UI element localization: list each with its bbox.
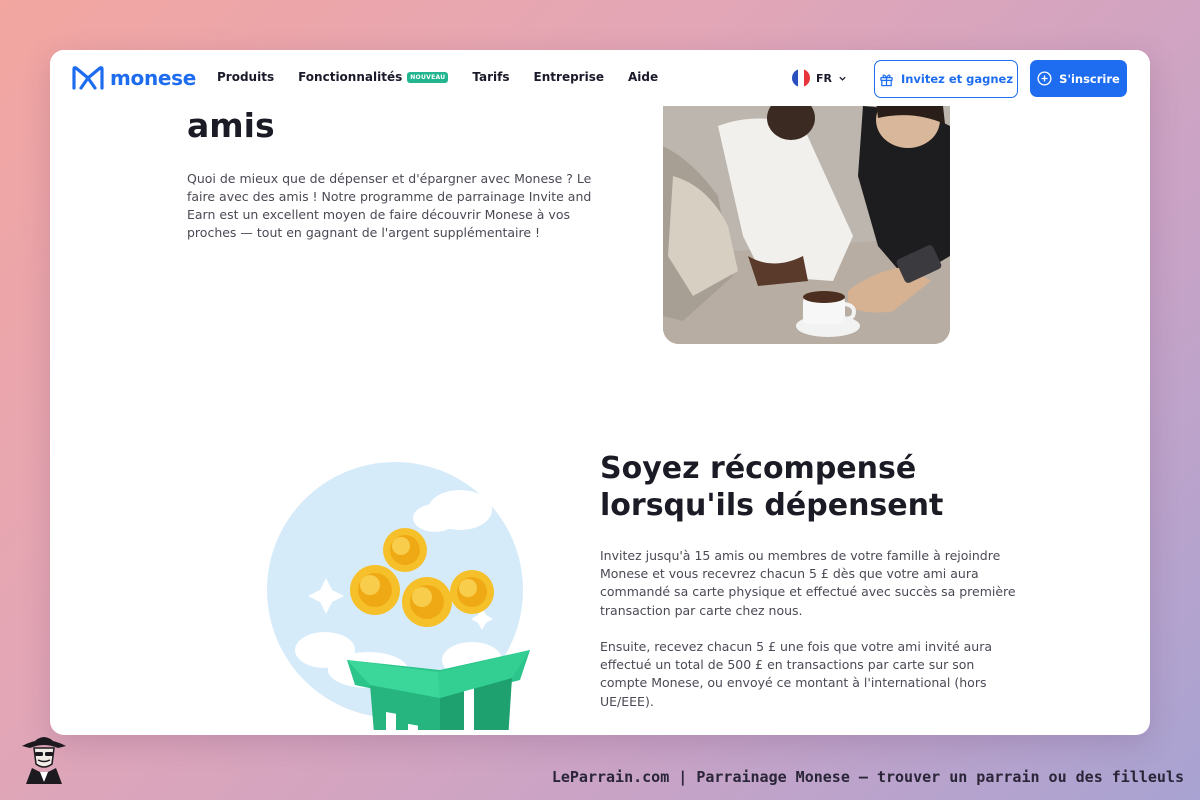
- new-badge: NOUVEAU: [407, 71, 449, 83]
- signup-button[interactable]: S'inscrire: [1030, 60, 1127, 97]
- leparrain-mascot-icon: [22, 737, 66, 784]
- heading-line-1: Soyez récompensé: [600, 451, 917, 486]
- language-code: FR: [816, 71, 832, 85]
- browser-window: monese Produits Fonctionnalités NOUVEAU …: [50, 50, 1150, 735]
- section-paragraph-reward-1: Invitez jusqu'à 15 amis ou membres de vo…: [600, 548, 1016, 618]
- nav-item-label: Tarifs: [472, 70, 510, 84]
- signup-button-label: S'inscrire: [1059, 71, 1120, 86]
- nav-item-label: Aide: [627, 70, 659, 84]
- chevron-down-icon: [839, 76, 846, 81]
- gift-icon: [880, 73, 893, 86]
- brand-name: monese: [110, 66, 197, 90]
- nav-item-fonctionnalites[interactable]: Fonctionnalités NOUVEAU: [298, 70, 449, 84]
- heading-line-2: lorsqu'ils dépensent: [600, 488, 944, 523]
- language-selector[interactable]: FR: [792, 69, 847, 87]
- monese-logo-icon: [72, 66, 104, 90]
- plus-circle-icon: [1037, 71, 1052, 86]
- invite-and-earn-button[interactable]: Invitez et gagnez: [874, 60, 1018, 98]
- reward-gift-illustration: [250, 440, 540, 735]
- monese-logo[interactable]: monese: [72, 65, 196, 91]
- section-paragraph-intro: Quoi de mieux que de dépenser et d'éparg…: [187, 171, 592, 240]
- section-paragraph-reward-2: Ensuite, recevez chacun 5 £ une fois que…: [600, 639, 993, 709]
- main-nav: Produits Fonctionnalités NOUVEAU Tarifs …: [217, 70, 658, 84]
- section-heading-reward: Soyez récompensé lorsqu'ils dépensent: [600, 450, 980, 524]
- nav-item-aide[interactable]: Aide: [628, 70, 658, 84]
- nav-item-produits[interactable]: Produits: [217, 70, 274, 84]
- nav-item-tarifs[interactable]: Tarifs: [472, 70, 509, 84]
- gift-box-coins-icon: [253, 448, 537, 735]
- footer-caption: LeParrain.com | Parrainage Monese — trou…: [551, 768, 1184, 786]
- france-flag-icon: [792, 69, 810, 87]
- nav-item-label: Entreprise: [533, 70, 604, 84]
- friends-coffee-photo: [663, 106, 950, 344]
- nav-item-label: Produits: [217, 70, 275, 84]
- nav-item-label: Fonctionnalités: [298, 70, 403, 84]
- section-heading-amis: amis: [187, 106, 275, 145]
- invite-button-label: Invitez et gagnez: [900, 72, 1014, 86]
- top-navbar: monese Produits Fonctionnalités NOUVEAU …: [50, 50, 1150, 106]
- nav-item-entreprise[interactable]: Entreprise: [534, 70, 604, 84]
- friends-photo-illustration: [663, 106, 950, 344]
